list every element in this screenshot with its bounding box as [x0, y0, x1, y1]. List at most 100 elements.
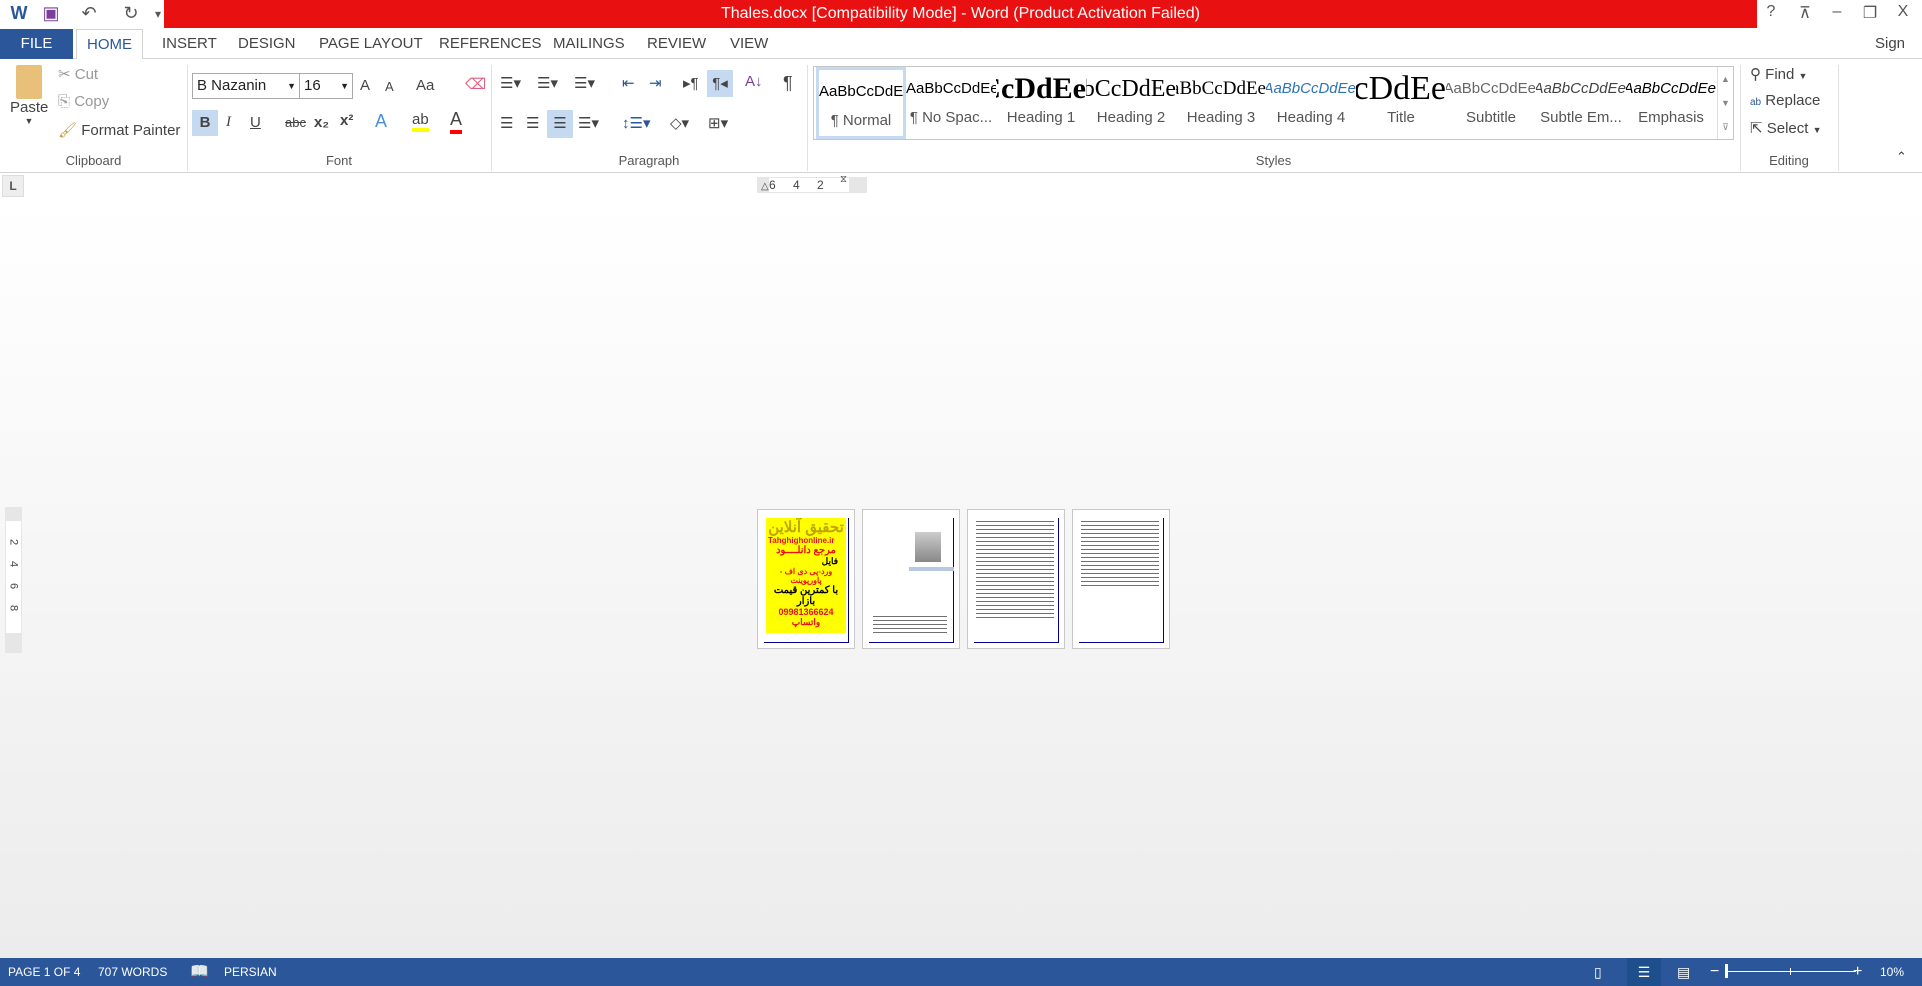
chevron-down-icon: ▼: [340, 81, 349, 91]
zoom-slider-thumb[interactable]: [1725, 964, 1728, 978]
subscript-button[interactable]: x₂: [314, 114, 329, 131]
tab-insert[interactable]: INSERT: [152, 29, 227, 59]
print-layout-icon[interactable]: ☰: [1627, 958, 1661, 986]
style-heading-1[interactable]: AaBbCcDdEe Heading 1: [996, 67, 1086, 139]
paste-button[interactable]: Paste ▼: [10, 65, 48, 126]
shading-icon[interactable]: ◇▾: [670, 114, 689, 132]
tab-mailings[interactable]: MAILINGS: [543, 29, 635, 59]
grow-font-button[interactable]: A: [360, 77, 370, 94]
restore-button[interactable]: ❐: [1855, 3, 1885, 23]
bullets-icon[interactable]: ☰▾: [500, 74, 521, 92]
bold-button[interactable]: B: [192, 110, 218, 136]
zoom-out-button[interactable]: −: [1710, 958, 1719, 986]
sign-in-link[interactable]: Sign in: [1865, 29, 1922, 82]
ruler-bar[interactable]: 6 4 2 △ ⧖: [757, 174, 867, 193]
tab-file[interactable]: FILE: [0, 29, 73, 59]
style-heading-4[interactable]: AaBbCcDdEe Heading 4: [1266, 67, 1356, 139]
collapse-ribbon-icon[interactable]: ⌃: [1896, 149, 1907, 165]
more-styles-icon[interactable]: ⊽: [1718, 115, 1733, 139]
sort-button[interactable]: A↓: [745, 73, 763, 90]
tab-selector[interactable]: L: [2, 175, 24, 197]
ruler-tick: 8: [7, 604, 20, 612]
style-emphasis[interactable]: AaBbCcDdEe Emphasis: [1626, 67, 1716, 139]
page-thumbnail-1[interactable]: تحقیق آنلاین Tahghighonline.ir مرجع دانل…: [757, 509, 855, 649]
increase-indent-icon[interactable]: ⇥: [649, 74, 662, 92]
find-button[interactable]: ⚲ Find ▼: [1750, 65, 1807, 83]
proofing-icon[interactable]: 📖: [190, 958, 209, 986]
zoom-level[interactable]: 10%: [1880, 958, 1904, 986]
borders-icon[interactable]: ⊞▾: [708, 114, 728, 132]
superscript-button[interactable]: x²: [340, 112, 353, 129]
tab-view[interactable]: VIEW: [720, 29, 778, 59]
ltr-direction-icon[interactable]: ▸¶: [683, 74, 699, 92]
zoom-100-tick: [1790, 968, 1791, 975]
style-no-spacing[interactable]: AaBbCcDdEe ¶ No Spac...: [906, 67, 996, 139]
justify-icon[interactable]: ☰▾: [578, 114, 599, 132]
tab-design[interactable]: DESIGN: [228, 29, 306, 59]
align-right-icon[interactable]: ☰: [547, 110, 573, 138]
decrease-indent-icon[interactable]: ⇤: [622, 74, 635, 92]
left-indent-marker-icon[interactable]: △: [761, 181, 769, 192]
highlight-color-button[interactable]: ab: [412, 111, 429, 132]
cut-button[interactable]: ✂ Cut: [58, 65, 98, 83]
zoom-in-button[interactable]: +: [1853, 958, 1862, 986]
numbering-icon[interactable]: ☰▾: [537, 74, 558, 92]
copy-button[interactable]: ⎘ Copy: [58, 93, 109, 110]
font-name-select[interactable]: B Nazanin ▼: [192, 73, 300, 99]
word-count[interactable]: 707 WORDS: [98, 958, 167, 986]
font-size-select[interactable]: 16 ▼: [299, 73, 353, 99]
right-indent-marker-icon[interactable]: ⧖: [840, 174, 847, 185]
minimize-button[interactable]: –: [1822, 3, 1852, 21]
close-button[interactable]: X: [1888, 3, 1918, 21]
show-formatting-marks-button[interactable]: ¶: [783, 73, 793, 94]
undo-icon[interactable]: ↶: [76, 3, 102, 24]
language[interactable]: PERSIAN: [224, 958, 277, 986]
page-thumbnail-4[interactable]: [1072, 509, 1170, 649]
zoom-slider[interactable]: [1725, 964, 1856, 978]
clear-formatting-icon[interactable]: ⌫: [465, 75, 486, 93]
styles-scrollbar[interactable]: ▲ ▼ ⊽: [1717, 67, 1733, 139]
italic-button[interactable]: I: [226, 114, 231, 131]
format-painter-button[interactable]: 🖌 Format Painter: [58, 121, 180, 139]
font-color-button[interactable]: A: [450, 109, 463, 134]
web-layout-icon[interactable]: ▤: [1677, 958, 1690, 986]
align-center-icon[interactable]: ☰: [526, 114, 539, 132]
style-normal[interactable]: AaBbCcDdEe ¶ Normal: [816, 67, 906, 139]
font-group-label: Font: [325, 153, 352, 168]
align-left-icon[interactable]: ☰: [500, 114, 513, 132]
title-bar: W ▣ ↶ ↻ ▾ Thales.docx [Compatibility Mod…: [0, 0, 1922, 29]
tab-home[interactable]: HOME: [76, 29, 143, 60]
style-heading-3[interactable]: AaBbCcDdEe Heading 3: [1176, 67, 1266, 139]
underline-button[interactable]: U: [250, 114, 261, 131]
style-title[interactable]: AaBbCcDdEe Title: [1356, 67, 1446, 139]
multilevel-list-icon[interactable]: ☰▾: [574, 74, 595, 92]
page-thumbnail-2[interactable]: [862, 509, 960, 649]
tab-review[interactable]: REVIEW: [637, 29, 716, 59]
line-spacing-icon[interactable]: ↕☰▾: [622, 114, 650, 132]
style-subtitle[interactable]: AaBbCcDdEe Subtitle: [1446, 67, 1536, 139]
vertical-ruler[interactable]: 2 4 6 8: [5, 507, 22, 653]
replace-button[interactable]: ab Replace: [1750, 92, 1820, 109]
style-preview: AaBbCcDdEe: [1536, 80, 1626, 97]
style-preview: AaBbCcDdEe: [996, 72, 1086, 105]
style-heading-2[interactable]: AaBbCcDdEe Heading 2: [1086, 67, 1176, 139]
select-button[interactable]: ⇱ Select ▼: [1750, 119, 1822, 137]
tab-references[interactable]: REFERENCES: [429, 29, 552, 59]
page-thumbnail-3[interactable]: [967, 509, 1065, 649]
read-mode-icon[interactable]: ▯: [1594, 958, 1602, 986]
text-effects-button[interactable]: A: [375, 111, 387, 132]
strikethrough-button[interactable]: abc: [285, 115, 306, 130]
style-subtle-emphasis[interactable]: AaBbCcDdEe Subtle Em...: [1536, 67, 1626, 139]
change-case-button[interactable]: Aa: [416, 77, 434, 94]
shrink-font-button[interactable]: A: [385, 79, 394, 94]
redo-icon[interactable]: ↻: [118, 3, 144, 24]
save-icon[interactable]: ▣: [38, 3, 64, 24]
paintbrush-icon: 🖌: [58, 122, 78, 139]
scroll-down-icon[interactable]: ▼: [1718, 91, 1733, 115]
tab-page-layout[interactable]: PAGE LAYOUT: [309, 29, 433, 59]
rtl-direction-icon[interactable]: ¶◂: [707, 70, 733, 97]
help-button[interactable]: ?: [1756, 3, 1786, 21]
page-count[interactable]: PAGE 1 OF 4: [8, 958, 80, 986]
scroll-up-icon[interactable]: ▲: [1718, 67, 1733, 91]
ribbon-display-options-button[interactable]: ⊼: [1790, 3, 1820, 23]
